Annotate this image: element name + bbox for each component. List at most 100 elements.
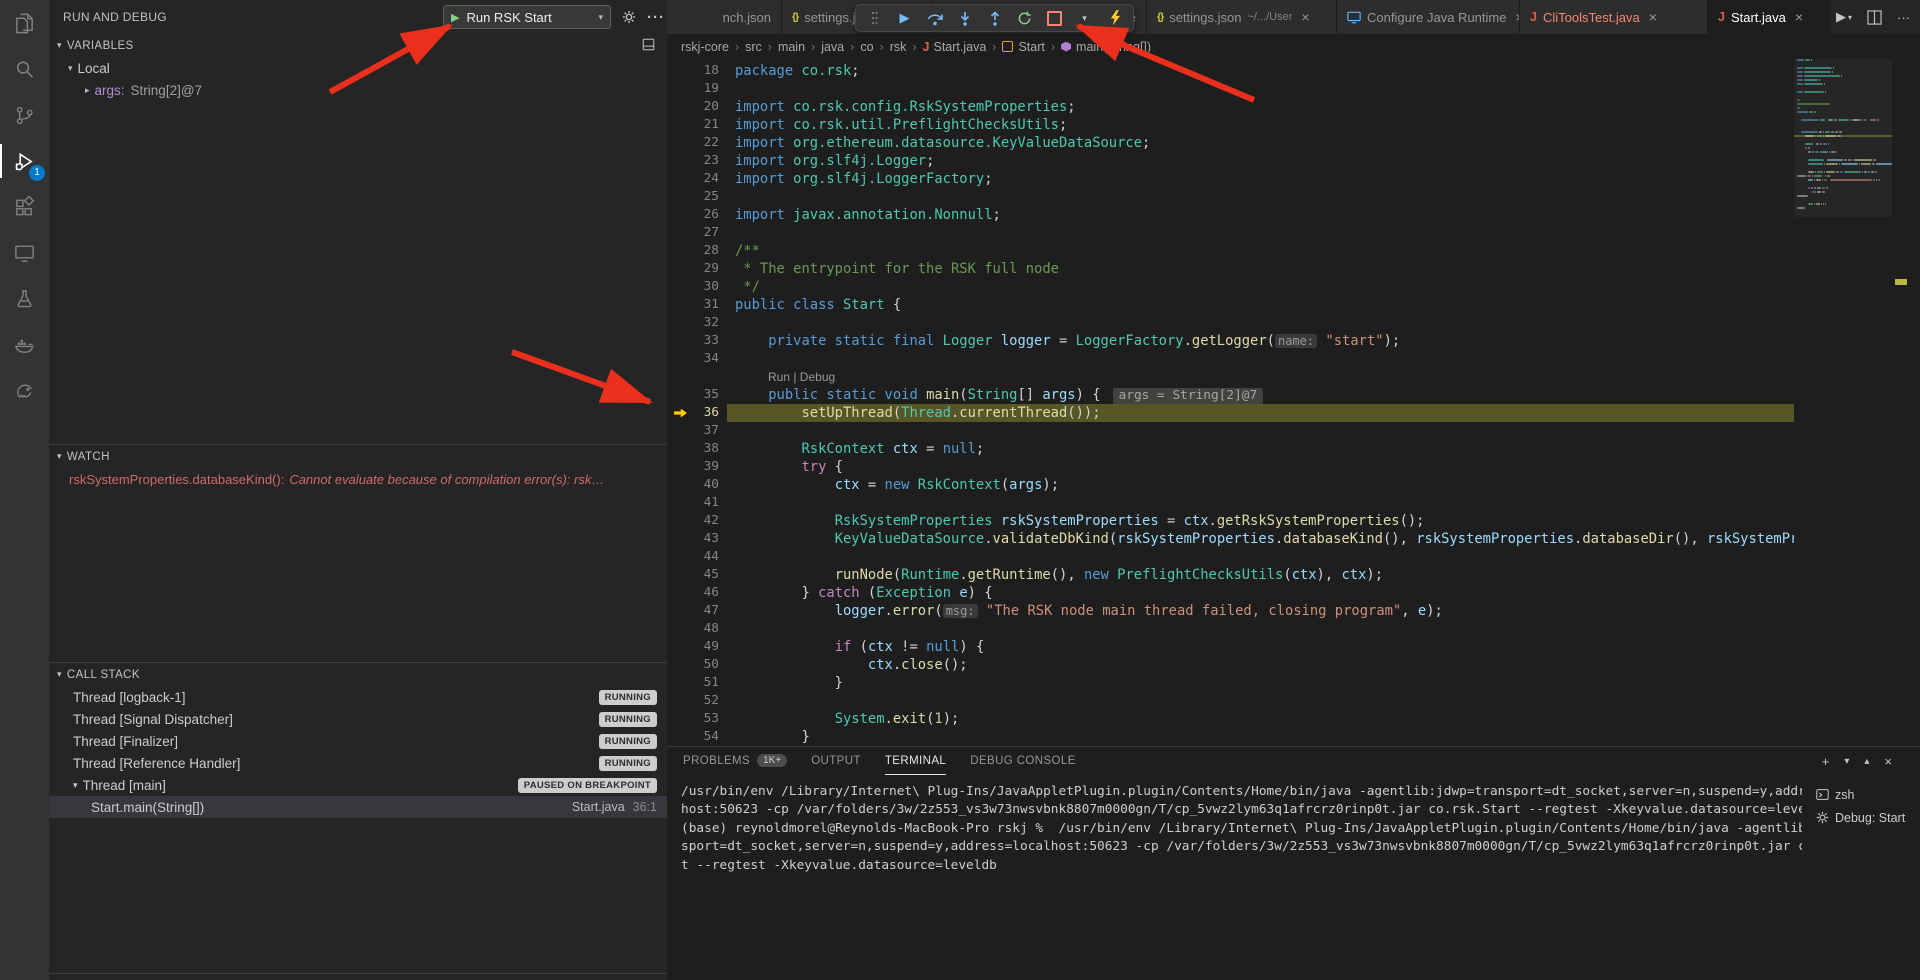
hot-code-replace-icon[interactable] <box>1106 10 1123 26</box>
code-line[interactable]: 29 * The entrypoint for the RSK full nod… <box>667 260 1794 278</box>
step-into-icon[interactable] <box>956 11 973 26</box>
code-line[interactable]: 26import javax.annotation.Nonnull; <box>667 206 1794 224</box>
line-number[interactable]: 33 <box>667 332 719 350</box>
step-over-icon[interactable] <box>926 11 943 26</box>
breadcrumb-item[interactable]: java <box>821 40 844 54</box>
line-number[interactable]: 24 <box>667 170 719 188</box>
line-number[interactable]: 39 <box>667 458 719 476</box>
code-line[interactable]: 44 <box>667 548 1794 566</box>
line-number[interactable]: 37 <box>667 422 719 440</box>
minimap-slider[interactable] <box>1794 59 1892 217</box>
code-line[interactable]: 41 <box>667 494 1794 512</box>
code-line[interactable]: 27 <box>667 224 1794 242</box>
line-number[interactable]: 29 <box>667 260 719 278</box>
code-line[interactable]: 46 } catch (Exception e) { <box>667 584 1794 602</box>
line-number[interactable]: 26 <box>667 206 719 224</box>
line-number[interactable]: 20 <box>667 98 719 116</box>
line-number[interactable]: 44 <box>667 548 719 566</box>
step-out-icon[interactable] <box>986 11 1003 26</box>
line-number[interactable]: 19 <box>667 80 719 98</box>
code-line[interactable]: 51 } <box>667 674 1794 692</box>
line-number[interactable]: 21 <box>667 116 719 134</box>
breadcrumb-item[interactable]: src <box>745 40 762 54</box>
line-number[interactable]: 34 <box>667 350 719 368</box>
overview-ruler[interactable] <box>1892 59 1910 747</box>
code-line[interactable]: 47 logger.error(msg: "The RSK node main … <box>667 602 1794 620</box>
close-icon[interactable]: × <box>1649 9 1657 25</box>
breadcrumb-item[interactable]: rsk <box>890 40 907 54</box>
code-line[interactable]: 37 <box>667 422 1794 440</box>
breadcrumb-item[interactable]: main <box>778 40 805 54</box>
code-line[interactable]: 28/** <box>667 242 1794 260</box>
thread-row[interactable]: ▾Thread [main]PAUSED ON BREAKPOINT <box>49 774 667 796</box>
code-line[interactable]: 31public class Start { <box>667 296 1794 314</box>
code-line[interactable]: 39 try { <box>667 458 1794 476</box>
code-line[interactable]: 32 <box>667 314 1794 332</box>
run-file-button[interactable]: ▶▾ <box>1836 9 1852 25</box>
code-line[interactable]: 21import co.rsk.util.PreflightChecksUtil… <box>667 116 1794 134</box>
code-line[interactable]: 48 <box>667 620 1794 638</box>
code-line[interactable]: 38 RskContext ctx = null; <box>667 440 1794 458</box>
code-line[interactable]: 22import org.ethereum.datasource.KeyValu… <box>667 134 1794 152</box>
thread-row[interactable]: Thread [Finalizer]RUNNING <box>49 730 667 752</box>
terminal-list-item[interactable]: zsh <box>1810 783 1920 806</box>
terminal-list-item[interactable]: Debug: Start <box>1810 806 1920 829</box>
line-number[interactable]: 46 <box>667 584 719 602</box>
thread-row[interactable]: Thread [Reference Handler]RUNNING <box>49 752 667 774</box>
code-line[interactable]: 33 private static final Logger logger = … <box>667 332 1794 350</box>
code-line[interactable]: 43 KeyValueDataSource.validateDbKind(rsk… <box>667 530 1794 548</box>
line-number[interactable]: 25 <box>667 188 719 206</box>
line-number[interactable]: 28 <box>667 242 719 260</box>
docker-icon[interactable] <box>0 322 49 368</box>
code-line[interactable]: 20import co.rsk.config.RskSystemProperti… <box>667 98 1794 116</box>
variables-scope-local[interactable]: ▾ Local <box>49 57 667 79</box>
stop-icon[interactable] <box>1046 11 1063 26</box>
line-number[interactable]: 53 <box>667 710 719 728</box>
variables-section-header[interactable]: ▾ VARIABLES <box>49 34 667 57</box>
breakpoints-section-header[interactable]: ▸ BREAKPOINTS <box>49 974 667 980</box>
code-line[interactable]: 53 System.exit(1); <box>667 710 1794 728</box>
start-debugging-icon[interactable]: ▶ <box>451 11 459 24</box>
thread-row[interactable]: Thread [logback-1]RUNNING <box>49 686 667 708</box>
code-line[interactable]: 36 setUpThread(Thread.currentThread()); <box>667 404 1794 422</box>
line-number[interactable]: 49 <box>667 638 719 656</box>
maximize-panel-icon[interactable]: ▴ <box>1864 756 1869 767</box>
code-line[interactable]: 50 ctx.close(); <box>667 656 1794 674</box>
line-number[interactable]: 54 <box>667 728 719 746</box>
code-line[interactable]: 25 <box>667 188 1794 206</box>
code-line[interactable]: 19 <box>667 80 1794 98</box>
split-editor-icon[interactable] <box>1867 10 1882 25</box>
line-number[interactable]: 48 <box>667 620 719 638</box>
restart-icon[interactable] <box>1016 11 1033 26</box>
breadcrumb-item[interactable]: JStart.java <box>923 40 987 54</box>
panel-tab-output[interactable]: OUTPUT <box>811 747 861 775</box>
source-control-icon[interactable] <box>0 92 49 138</box>
line-number[interactable]: 38 <box>667 440 719 458</box>
line-number[interactable]: 43 <box>667 530 719 548</box>
drag-handle[interactable] <box>866 10 883 26</box>
tab-clitoolstest-java[interactable]: JCliToolsTest.java× <box>1520 0 1708 34</box>
code-line[interactable]: 42 RskSystemProperties rskSystemProperti… <box>667 512 1794 530</box>
panel-tab-debug-console[interactable]: DEBUG CONSOLE <box>970 747 1076 775</box>
line-number[interactable]: 45 <box>667 566 719 584</box>
code-line[interactable]: 24import org.slf4j.LoggerFactory; <box>667 170 1794 188</box>
line-number[interactable]: 50 <box>667 656 719 674</box>
stack-frame-row[interactable]: Start.main(String[])Start.java36:1 <box>49 796 667 818</box>
breadcrumb-item[interactable]: Start <box>1002 40 1044 54</box>
search-icon[interactable] <box>0 46 49 92</box>
code-line[interactable]: 54 } <box>667 728 1794 746</box>
new-terminal-icon[interactable]: + <box>1822 754 1830 769</box>
code-line[interactable]: 30 */ <box>667 278 1794 296</box>
code-line[interactable]: 18package co.rsk; <box>667 62 1794 80</box>
line-number[interactable]: 32 <box>667 314 719 332</box>
minimap[interactable] <box>1794 59 1892 747</box>
testing-icon[interactable] <box>0 276 49 322</box>
line-number[interactable]: 35 <box>667 386 719 404</box>
more-actions-icon[interactable]: ··· <box>647 9 665 26</box>
code-line[interactable]: 52 <box>667 692 1794 710</box>
variable-args[interactable]: ▸ args: String[2]@7 <box>49 79 667 101</box>
line-number[interactable]: 40 <box>667 476 719 494</box>
line-number[interactable]: 22 <box>667 134 719 152</box>
line-number[interactable]: 47 <box>667 602 719 620</box>
line-number[interactable]: 41 <box>667 494 719 512</box>
